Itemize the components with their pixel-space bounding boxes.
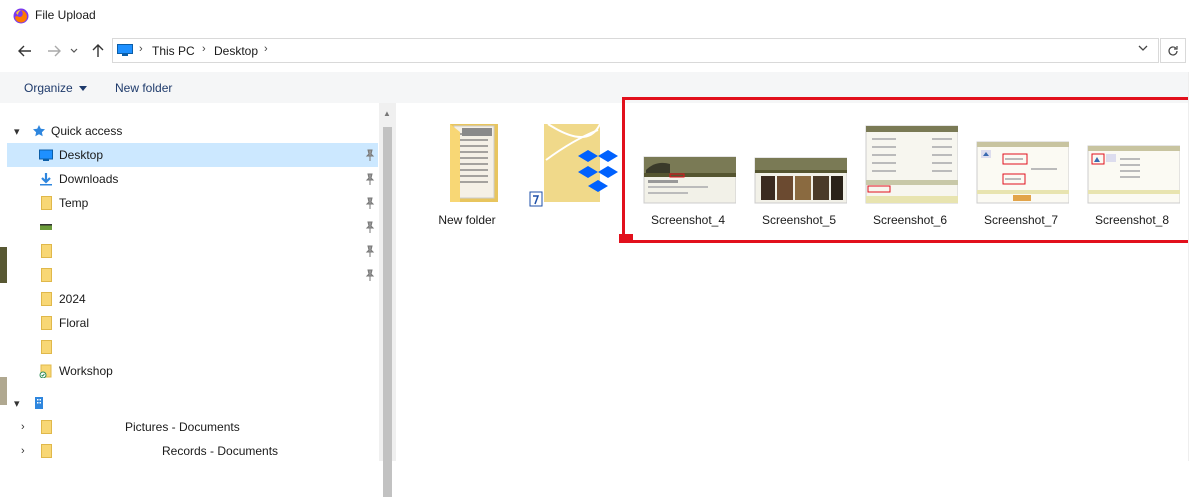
nav-label: Pictures - Documents: [125, 420, 240, 434]
arrow-left-icon: [18, 45, 31, 57]
nav-2024[interactable]: 2024: [7, 287, 378, 311]
nav-temp[interactable]: Temp: [7, 191, 378, 215]
chevron-down-icon[interactable]: ▾: [14, 125, 20, 138]
pin-icon: [365, 149, 375, 161]
scroll-up-icon[interactable]: ▲: [383, 109, 391, 118]
chevron-right-icon[interactable]: ›: [21, 421, 25, 433]
arrow-right-icon: [48, 45, 61, 57]
breadcrumb-desktop[interactable]: Desktop: [214, 44, 258, 58]
nav-label: Temp: [59, 196, 89, 210]
arrow-up-icon: [92, 44, 104, 57]
forward-button[interactable]: [44, 41, 64, 61]
nav-folder[interactable]: [7, 263, 378, 287]
star-icon: [33, 125, 45, 137]
highlight-annotation-tail: [619, 234, 633, 243]
download-icon: [40, 173, 52, 186]
window-scrollbar[interactable]: [1188, 72, 1200, 461]
new-folder-button[interactable]: New folder: [115, 81, 172, 95]
nav-label: Records - Documents: [162, 444, 279, 458]
scroll-thumb[interactable]: [383, 127, 392, 497]
chevron-down-icon: [1138, 45, 1148, 51]
recent-dropdown[interactable]: [67, 41, 81, 61]
caret-down-icon: [78, 86, 87, 92]
folder-with-documents-icon: [450, 124, 498, 202]
pin-icon: [365, 221, 375, 233]
chevron-down-icon: [70, 48, 78, 53]
address-history-dropdown[interactable]: [1138, 44, 1148, 55]
back-button[interactable]: [15, 41, 35, 61]
chevron-right-icon[interactable]: ›: [21, 445, 25, 457]
nav-label: Floral: [59, 316, 90, 330]
nav-workshop[interactable]: Workshop: [7, 359, 378, 383]
drive-icon: [40, 224, 52, 230]
breadcrumb-separator: ›: [202, 43, 206, 55]
refresh-button[interactable]: [1160, 38, 1186, 63]
folder-icon: [41, 420, 52, 434]
nav-desktop[interactable]: Desktop: [7, 143, 378, 167]
breadcrumb-this-pc[interactable]: This PC: [152, 44, 195, 58]
file-item-label: New folder: [438, 213, 496, 227]
breadcrumb-separator: ›: [264, 43, 268, 55]
folder-icon: [41, 316, 52, 330]
organize-menu[interactable]: Organize: [24, 81, 87, 95]
file-item-new-folder[interactable]: New folder: [417, 120, 517, 227]
up-button[interactable]: [88, 41, 108, 61]
nav-folder[interactable]: [7, 239, 378, 263]
this-pc-icon: [117, 44, 133, 56]
nav-label: Desktop: [59, 148, 104, 162]
nav-records-documents[interactable]: › Records - Documents: [7, 439, 378, 463]
highlight-annotation: [622, 97, 1192, 243]
nav-drive[interactable]: [7, 215, 378, 239]
folder-icon: [41, 244, 52, 258]
window-title: File Upload: [35, 8, 96, 22]
desktop-icon: [39, 149, 53, 161]
folder-icon: [41, 340, 52, 354]
breadcrumb-separator: ›: [139, 43, 143, 55]
nav-label: Workshop: [59, 364, 113, 378]
background-strip: [0, 247, 7, 283]
chevron-down-icon[interactable]: ▾: [14, 397, 20, 410]
nav-folder[interactable]: [7, 335, 378, 359]
nav-label: 2024: [59, 292, 86, 306]
pin-icon: [365, 173, 375, 185]
folder-icon: [41, 292, 52, 306]
nav-downloads[interactable]: Downloads: [7, 167, 378, 191]
nav-pictures-documents[interactable]: › Pictures - Documents: [7, 415, 378, 439]
nav-quick-access[interactable]: ▾ Quick access: [7, 119, 378, 143]
organize-label: Organize: [24, 81, 73, 95]
nav-floral[interactable]: Floral: [7, 311, 378, 335]
pin-icon: [365, 197, 375, 209]
building-icon: [35, 397, 43, 409]
sync-folder-icon: [39, 364, 52, 378]
folder-icon: [41, 444, 52, 458]
folder-icon: [41, 196, 52, 210]
background-strip: [0, 377, 7, 405]
nav-label: Downloads: [59, 172, 119, 186]
nav-organization[interactable]: ▾: [7, 391, 378, 415]
nav-label: Quick access: [51, 124, 123, 138]
dropbox-folder-icon: [529, 123, 618, 207]
refresh-icon: [1168, 45, 1178, 56]
pin-icon: [365, 245, 375, 257]
firefox-icon: [13, 8, 29, 24]
pin-icon: [365, 269, 375, 281]
file-item-dropbox-folder[interactable]: [528, 120, 628, 227]
address-bar[interactable]: › This PC › Desktop ›: [112, 38, 1159, 63]
nav-scrollbar[interactable]: ▲: [379, 103, 396, 497]
folder-icon: [41, 268, 52, 282]
title-bar: File Upload: [0, 0, 1200, 32]
